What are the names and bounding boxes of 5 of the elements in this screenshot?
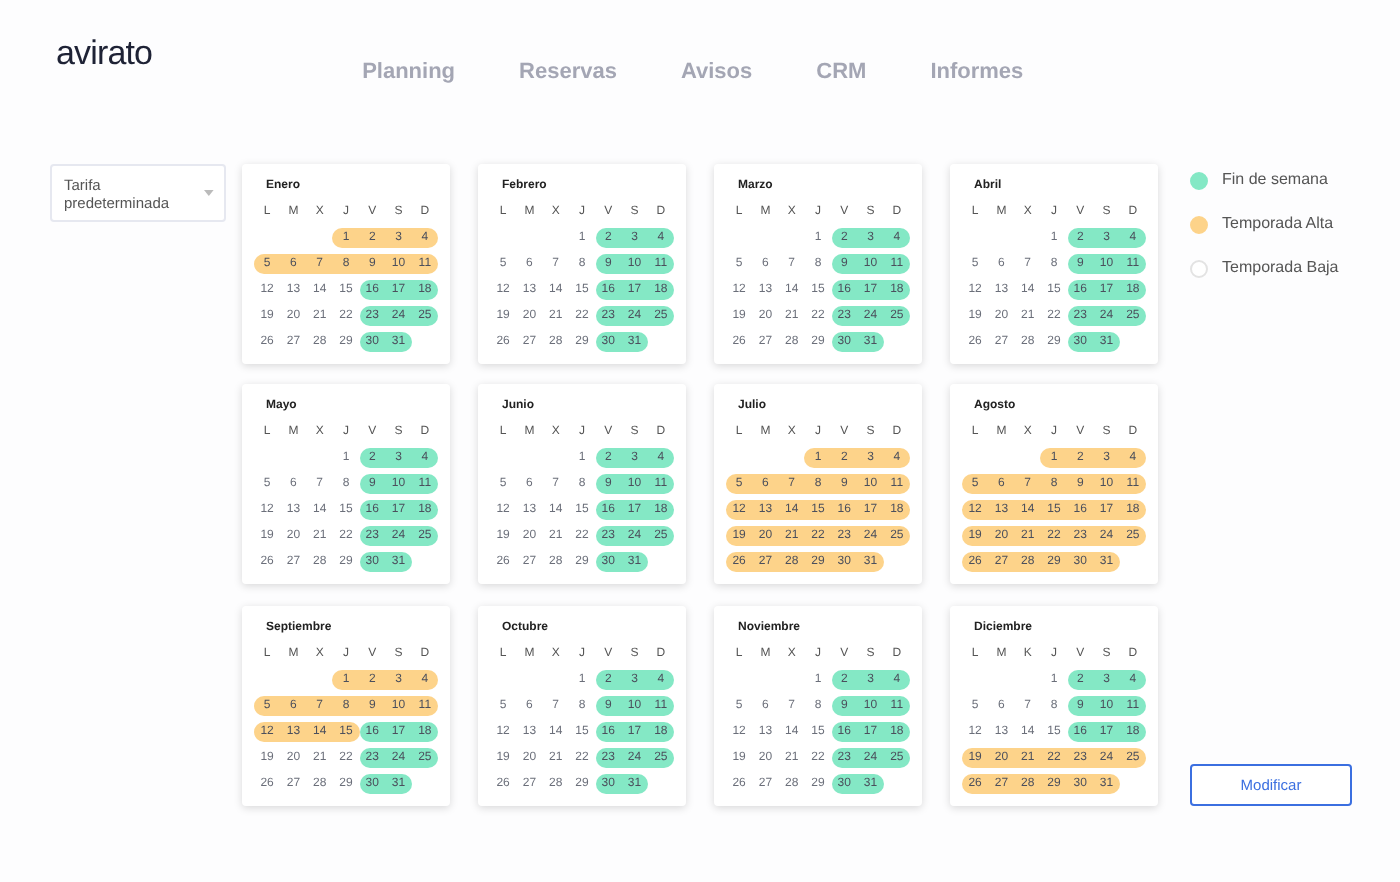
legend-label: Temporada Baja — [1222, 256, 1339, 280]
caret-icon — [204, 190, 214, 196]
legend-label: Fin de semana — [1222, 168, 1328, 192]
logo[interactable]: avirato — [56, 28, 153, 79]
legend-label: Temporada Alta — [1222, 212, 1334, 236]
